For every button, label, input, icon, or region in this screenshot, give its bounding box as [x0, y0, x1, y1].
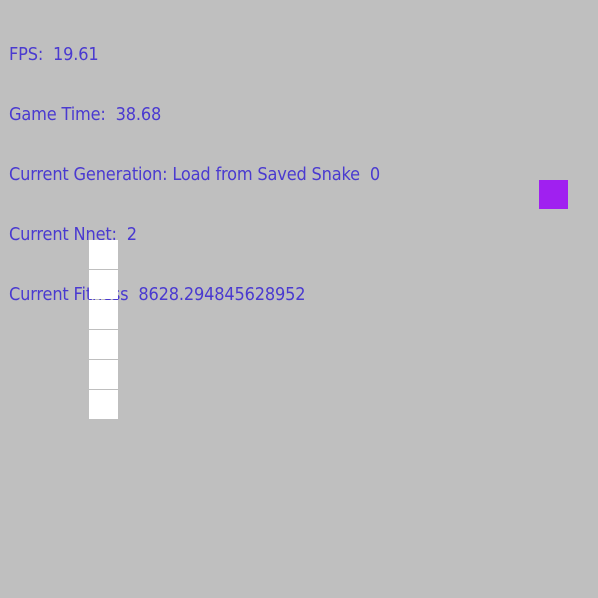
snake-body-segment: [89, 330, 118, 359]
nnet-readout: Current Nnet: 2: [9, 225, 380, 245]
generation-value: 0: [369, 164, 380, 185]
hud-stats: FPS: 19.61 Game Time: 38.68 Current Gene…: [9, 5, 380, 345]
fps-readout: FPS: 19.61: [9, 45, 380, 65]
fps-value: 19.61: [53, 44, 99, 65]
generation-readout: Current Generation: Load from Saved Snak…: [9, 165, 380, 185]
snake-body-segment: [89, 360, 118, 389]
game-time-label: Game Time:: [9, 104, 106, 125]
game-time-readout: Game Time: 38.68: [9, 105, 380, 125]
snake-body-segment: [89, 270, 118, 299]
snake-head-segment: [89, 240, 118, 269]
fitness-readout: Current Fitness 8628.294845628952: [9, 285, 380, 305]
game-time-value: 38.68: [115, 104, 162, 125]
food-pellet: [539, 180, 568, 209]
fitness-value: 8628.294845628952: [138, 284, 306, 305]
game-board: FPS: 19.61 Game Time: 38.68 Current Gene…: [0, 0, 598, 598]
snake-tail-segment: [89, 390, 118, 419]
snake-body-segment: [89, 300, 118, 329]
generation-label: Current Generation: Load from Saved Snak…: [9, 164, 360, 185]
fps-label: FPS:: [9, 44, 44, 65]
nnet-value: 2: [126, 224, 137, 245]
